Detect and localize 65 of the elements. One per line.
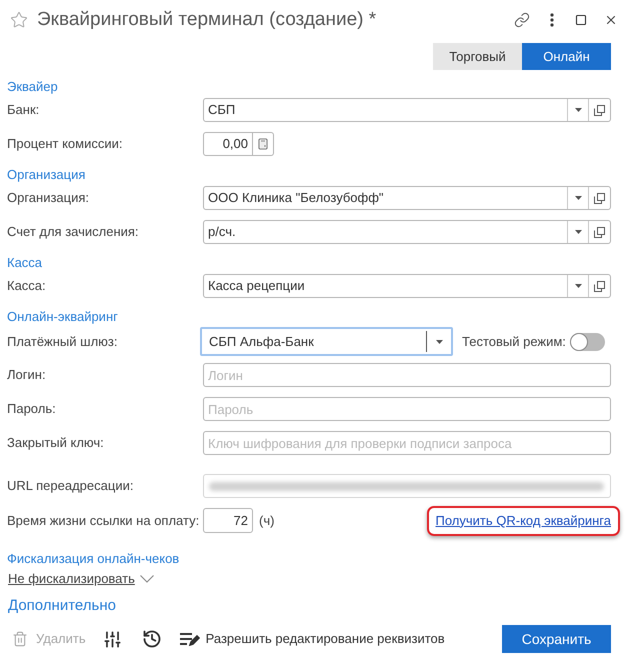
select-field[interactable]: Касса рецепции <box>203 274 611 298</box>
open-window-icon <box>594 226 605 238</box>
select-field[interactable]: ООО Клиника "Белозубофф" <box>203 186 611 210</box>
link-button[interactable] <box>514 12 530 28</box>
text-input[interactable]: Ключ шифрования для проверки подписи запроса <box>203 431 611 455</box>
field-label: Закрытый ключ: <box>7 434 105 452</box>
star-icon[interactable] <box>10 11 28 29</box>
select-field[interactable]: СБП <box>203 98 611 122</box>
unit-label: (ч) <box>259 512 274 530</box>
section-heading: Фискализация онлайн-чеков <box>7 550 180 568</box>
text-input[interactable]: Логин <box>203 363 611 387</box>
qr-code-link[interactable]: Получить QR-код эквайринга <box>436 510 611 530</box>
section-heading: Онлайн-эквайринг <box>7 308 118 326</box>
field-label: Процент комиссии: <box>7 135 124 154</box>
select-field[interactable]: СБП Альфа-Банк <box>200 327 453 356</box>
field-label: Касса: <box>7 277 47 296</box>
caret-icon <box>574 230 582 234</box>
mode-tab[interactable]: Торговый <box>433 43 522 70</box>
caret-icon <box>436 340 442 344</box>
window-title: Эквайринговый терминал (создание) * <box>37 8 376 32</box>
toggle-switch[interactable] <box>570 332 605 350</box>
sliders-icon <box>102 630 122 648</box>
section-heading: Касса <box>7 254 42 272</box>
history-icon <box>142 629 162 649</box>
field-label: Счет для зачисления: <box>7 223 140 242</box>
history-button[interactable] <box>142 629 162 649</box>
field-label: Организация: <box>7 189 90 208</box>
field-label: Логин: <box>7 366 47 384</box>
caret-icon <box>574 196 582 200</box>
field-label: URL переадресации: <box>7 477 134 496</box>
text-input[interactable]: Пароль <box>203 397 611 421</box>
chevron-down-icon <box>140 575 154 583</box>
more-button[interactable] <box>550 13 554 27</box>
section-heading: Организация <box>7 166 86 184</box>
url-field[interactable] <box>203 474 611 498</box>
close-icon <box>604 13 618 27</box>
field-label: Платёжный шлюз: <box>7 332 118 351</box>
edit-details-button[interactable]: Разрешить редактирование реквизитов <box>180 629 445 649</box>
caret-icon <box>574 284 582 288</box>
settings-button[interactable] <box>102 630 122 648</box>
trash-icon <box>12 630 28 648</box>
close-button[interactable] <box>604 13 618 27</box>
open-window-icon <box>594 280 605 292</box>
save-button[interactable]: Сохранить <box>502 625 611 653</box>
more-link[interactable]: Дополнительно <box>7 596 116 616</box>
open-window-icon <box>594 104 605 116</box>
link-icon <box>514 12 530 28</box>
open-window-icon <box>594 192 605 204</box>
more-icon <box>550 13 554 27</box>
number-field[interactable]: 72 <box>203 508 253 533</box>
section-heading: Эквайер <box>7 78 58 96</box>
select-field[interactable]: р/сч. <box>203 220 611 244</box>
toggle-label: Тестовый режим: <box>462 332 566 351</box>
edit-lines-icon <box>180 632 200 646</box>
number-field[interactable]: 0,00 <box>203 132 253 156</box>
maximize-icon <box>575 14 587 26</box>
field-label: Пароль: <box>7 400 57 418</box>
field-label: Банк: <box>7 101 40 120</box>
caret-icon <box>574 108 582 112</box>
calculator-icon <box>257 138 269 150</box>
calculator-button[interactable] <box>253 132 274 156</box>
field-label: Время жизни ссылки на оплату: <box>7 512 200 530</box>
maximize-button[interactable] <box>575 14 587 26</box>
mode-tab[interactable]: Онлайн <box>522 43 611 70</box>
fiscal-mode-link[interactable]: Не фискализировать <box>8 569 135 589</box>
